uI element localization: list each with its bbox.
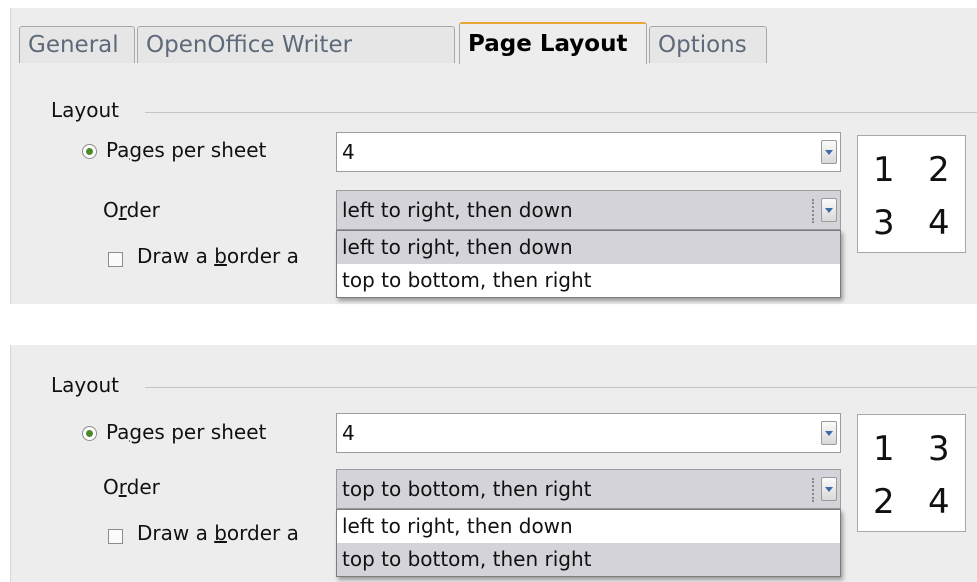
- draw-border-checkbox[interactable]: [108, 252, 123, 267]
- preview-number: 2: [873, 482, 895, 522]
- order-label: Order: [103, 198, 160, 222]
- chevron-down-icon[interactable]: [821, 140, 837, 164]
- preview-number: 1: [873, 429, 895, 469]
- chevron-down-icon[interactable]: [821, 477, 837, 501]
- preview-number: 4: [928, 482, 950, 522]
- preview-number: 4: [928, 203, 950, 243]
- layout-group-title: Layout: [51, 373, 119, 397]
- layout-group-divider: [145, 112, 977, 113]
- order-select[interactable]: left to right, then down: [336, 190, 841, 230]
- order-dropdown-list: left to right, then down top to bottom, …: [336, 509, 841, 577]
- order-option-left-to-right[interactable]: left to right, then down: [337, 231, 840, 264]
- layout-group-divider: [145, 387, 977, 388]
- radio-selected-dot: [86, 148, 93, 155]
- draw-border-checkbox[interactable]: [108, 529, 123, 544]
- order-value: top to bottom, then right: [342, 477, 592, 501]
- combo-separator: [812, 199, 816, 223]
- order-option-top-to-bottom[interactable]: top to bottom, then right: [337, 264, 840, 297]
- order-dropdown-list: left to right, then down top to bottom, …: [336, 230, 841, 298]
- tab-openoffice-writer[interactable]: OpenOffice Writer: [137, 26, 455, 63]
- layout-group-title: Layout: [51, 98, 119, 122]
- preview-number: 3: [928, 429, 950, 469]
- pages-per-sheet-label: Pages per sheet: [106, 420, 267, 444]
- pages-per-sheet-select[interactable]: 4: [336, 413, 841, 453]
- tab-page-layout[interactable]: Page Layout: [459, 22, 647, 64]
- order-value: left to right, then down: [342, 198, 573, 222]
- chevron-down-icon[interactable]: [821, 198, 837, 222]
- pages-per-sheet-select[interactable]: 4: [336, 132, 841, 172]
- pages-per-sheet-label: Pages per sheet: [106, 138, 267, 162]
- tab-options-label: Options: [658, 32, 747, 58]
- tab-page-layout-label: Page Layout: [468, 31, 628, 57]
- page-order-preview: 1 3 2 4: [857, 414, 966, 532]
- print-options-panel-bottom: Layout Pages per sheet 4 Order top to bo…: [10, 345, 977, 582]
- tab-options[interactable]: Options: [649, 26, 767, 63]
- order-select[interactable]: top to bottom, then right: [336, 469, 841, 509]
- draw-border-label: Draw a border a: [137, 244, 299, 268]
- tab-general-label: General: [28, 32, 119, 58]
- order-option-left-to-right[interactable]: left to right, then down: [337, 510, 840, 543]
- radio-selected-dot: [86, 430, 93, 437]
- preview-number: 3: [873, 203, 895, 243]
- pages-per-sheet-value: 4: [342, 421, 355, 445]
- pages-per-sheet-radio[interactable]: [82, 144, 97, 159]
- combo-separator: [812, 478, 816, 502]
- tab-openoffice-writer-label: OpenOffice Writer: [146, 32, 353, 58]
- page-order-preview: 1 2 3 4: [857, 135, 966, 253]
- order-label: Order: [103, 475, 160, 499]
- draw-border-label: Draw a border a: [137, 521, 299, 545]
- order-option-top-to-bottom[interactable]: top to bottom, then right: [337, 543, 840, 576]
- chevron-down-icon[interactable]: [821, 421, 837, 445]
- pages-per-sheet-radio[interactable]: [82, 426, 97, 441]
- preview-number: 1: [873, 150, 895, 190]
- preview-number: 2: [928, 150, 950, 190]
- pages-per-sheet-value: 4: [342, 140, 355, 164]
- print-options-panel-top: General OpenOffice Writer Page Layout Op…: [10, 8, 977, 304]
- tab-general[interactable]: General: [19, 26, 135, 63]
